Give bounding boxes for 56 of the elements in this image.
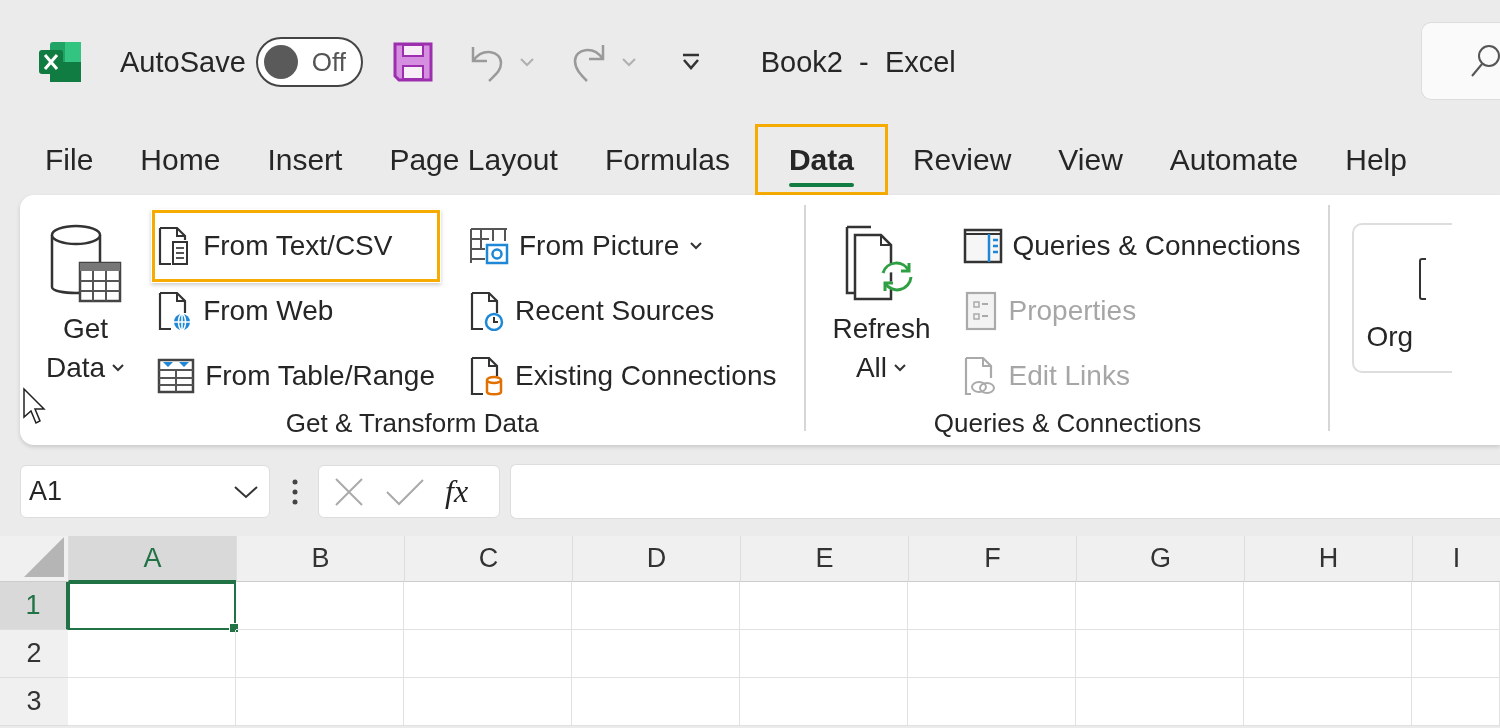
column-header[interactable]: F bbox=[908, 536, 1076, 582]
autosave-label: AutoSave bbox=[120, 45, 246, 79]
more-options-icon[interactable] bbox=[292, 478, 298, 505]
caret-icon[interactable] bbox=[518, 57, 535, 67]
ribbon-tab[interactable]: Automate bbox=[1147, 124, 1321, 195]
ribbon-tab[interactable]: Insert bbox=[245, 124, 365, 195]
ribbon-large-button[interactable]: Org bbox=[1352, 223, 1453, 373]
database-file-icon bbox=[469, 355, 505, 396]
insert-function-button[interactable]: fx bbox=[445, 473, 469, 510]
ribbon-group-label: Queries & Connections bbox=[933, 408, 1202, 440]
column-header[interactable]: C bbox=[404, 536, 572, 582]
row-header[interactable]: 1 bbox=[0, 582, 68, 630]
formula-input[interactable] bbox=[510, 464, 1500, 519]
database-table-icon bbox=[49, 223, 122, 303]
column-header[interactable]: D bbox=[572, 536, 740, 582]
column-header[interactable]: E bbox=[740, 536, 908, 582]
ribbon-tab[interactable]: File bbox=[23, 124, 116, 195]
ribbon-large-button[interactable]: Refresh All bbox=[828, 213, 935, 408]
side-pane-icon bbox=[962, 227, 1003, 264]
ribbon-button[interactable]: Recent Sources bbox=[463, 278, 783, 343]
ribbon-tab[interactable]: Help bbox=[1323, 124, 1429, 195]
ribbon-tab[interactable]: Data bbox=[754, 124, 888, 195]
column-header[interactable]: G bbox=[1076, 536, 1244, 582]
ribbon-button[interactable]: From Table/Range bbox=[151, 343, 441, 408]
ribbon-group-label: Get & Transform Data bbox=[285, 408, 539, 440]
bracket-icon bbox=[1418, 257, 1429, 301]
cancel-icon[interactable] bbox=[333, 475, 365, 508]
table-camera-icon bbox=[469, 226, 509, 265]
column-header[interactable]: H bbox=[1244, 536, 1412, 582]
caret-icon[interactable] bbox=[620, 57, 637, 67]
ribbon-tab[interactable]: Formulas bbox=[582, 124, 752, 195]
column-header[interactable]: A bbox=[68, 536, 236, 582]
excel-logo-icon bbox=[38, 41, 82, 83]
autosave-toggle[interactable]: Off bbox=[255, 37, 363, 87]
search-field[interactable] bbox=[1421, 22, 1500, 100]
column-header[interactable]: B bbox=[236, 536, 404, 582]
ribbon-tab[interactable]: View bbox=[1036, 124, 1145, 195]
table-cell[interactable] bbox=[68, 582, 236, 630]
ribbon-tab[interactable]: Home bbox=[118, 124, 243, 195]
ribbon-tab[interactable]: Review bbox=[890, 124, 1034, 195]
clock-file-icon bbox=[469, 290, 505, 331]
select-all-icon[interactable] bbox=[24, 537, 64, 577]
save-icon[interactable] bbox=[392, 42, 433, 82]
ribbon-button[interactable]: Queries & Connections bbox=[956, 213, 1307, 278]
ribbon-tab[interactable]: Page Layout bbox=[367, 124, 580, 195]
ribbon-large-button[interactable]: Get Data bbox=[42, 213, 130, 408]
row-header[interactable]: 2 bbox=[0, 630, 68, 678]
table-icon bbox=[157, 357, 196, 394]
ribbon-button[interactable]: From Picture bbox=[463, 213, 783, 278]
name-box[interactable]: A1 bbox=[20, 465, 270, 518]
customize-toolbar-icon[interactable] bbox=[680, 53, 701, 71]
row-header[interactable]: 3 bbox=[0, 678, 68, 726]
window-title: Book2 - Excel bbox=[760, 45, 956, 79]
column-header[interactable]: I bbox=[1412, 536, 1500, 582]
ribbon-button[interactable]: Existing Connections bbox=[463, 343, 783, 408]
search-icon bbox=[1470, 44, 1500, 78]
